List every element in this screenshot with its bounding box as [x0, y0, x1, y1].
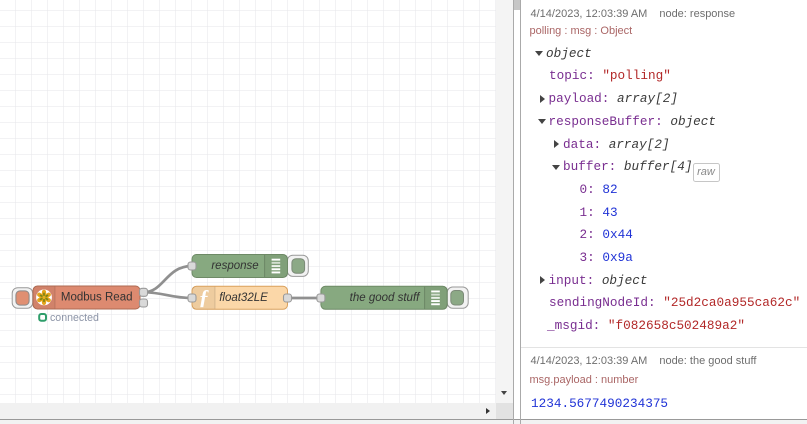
svg-text:float32LE: float32LE — [219, 292, 268, 304]
svg-text:ƒ: ƒ — [199, 285, 210, 309]
svg-text:connected: connected — [50, 312, 99, 324]
svg-text:response: response — [211, 260, 258, 272]
svg-text:Modbus Read: Modbus Read — [61, 292, 133, 304]
svg-text:the good stuff: the good stuff — [350, 292, 421, 304]
